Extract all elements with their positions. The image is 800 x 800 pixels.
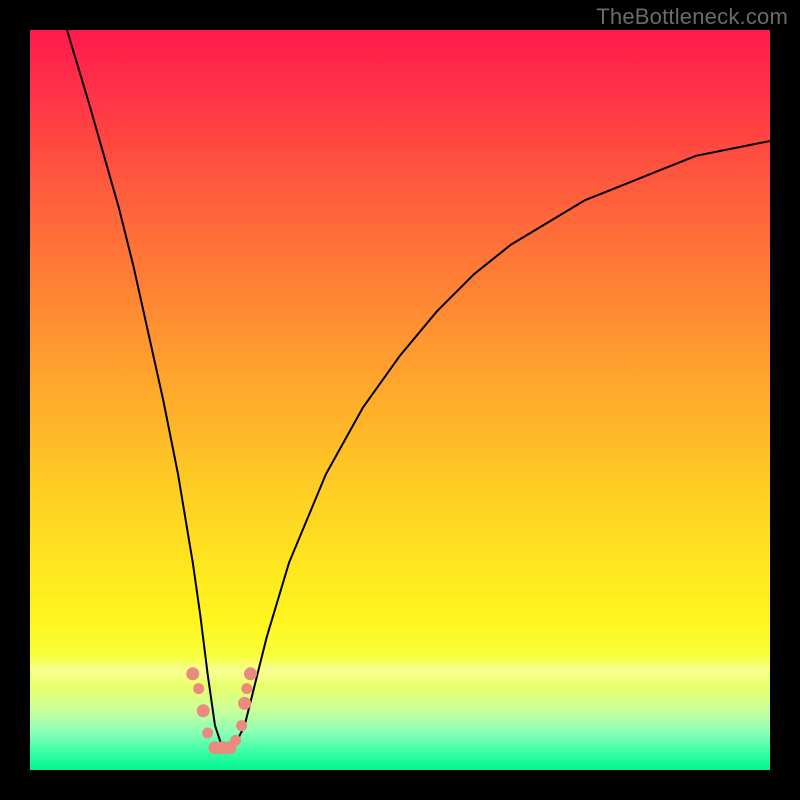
data-marker: [245, 668, 257, 680]
marker-group: [187, 668, 257, 754]
plot-area: [30, 30, 770, 770]
bottleneck-curve: [67, 30, 770, 748]
data-marker: [231, 735, 241, 745]
data-marker: [237, 721, 247, 731]
chart-frame: TheBottleneck.com: [0, 0, 800, 800]
data-marker: [203, 728, 213, 738]
data-marker: [242, 684, 252, 694]
data-marker: [194, 684, 204, 694]
curve-svg: [30, 30, 770, 770]
watermark-text: TheBottleneck.com: [596, 4, 788, 30]
data-marker: [197, 705, 209, 717]
data-marker: [187, 668, 199, 680]
data-marker: [239, 697, 251, 709]
